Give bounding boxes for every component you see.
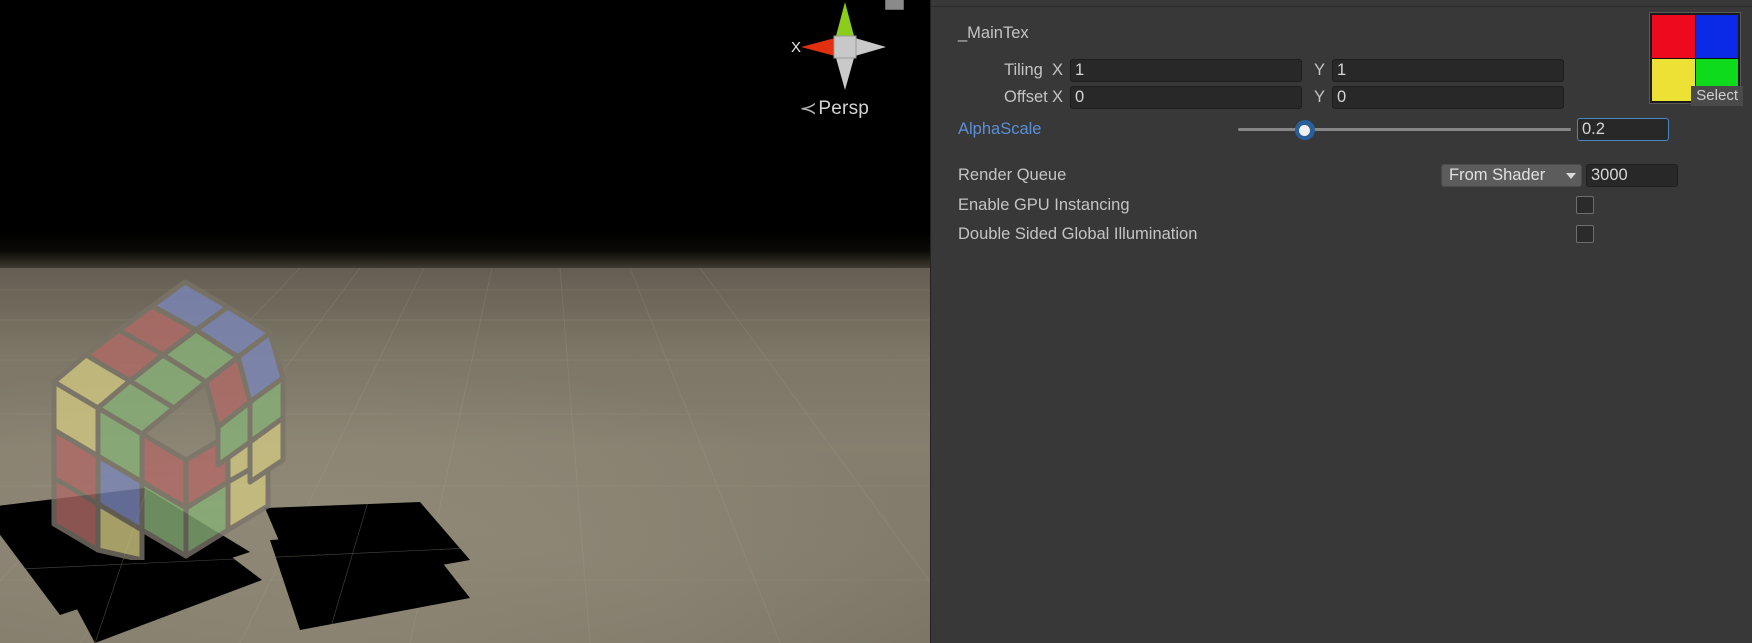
projection-chevron-icon: ≺: [799, 99, 818, 118]
texture-preview-container[interactable]: Select: [1649, 12, 1743, 106]
offset-y-input[interactable]: 0: [1332, 85, 1564, 109]
offset-row: Offset X 0 Y 0: [958, 85, 1564, 109]
offset-x-axis-label: X: [1052, 87, 1064, 106]
render-queue-mode-value: From Shader: [1449, 166, 1546, 184]
gizmo-axis-x-neg: [855, 38, 886, 56]
main-tex-property-row: _MainTex: [958, 22, 1029, 44]
texture-quadrant-bottom-left: [1652, 58, 1695, 101]
panel-top-divider: [931, 6, 1752, 7]
tiling-y-axis-label: Y: [1314, 60, 1326, 79]
render-queue-value-input[interactable]: 3000: [1586, 164, 1678, 187]
gpu-instancing-label: Enable GPU Instancing: [958, 196, 1130, 214]
render-queue-mode-dropdown[interactable]: From Shader: [1441, 164, 1582, 187]
gizmo-x-label: X: [791, 39, 801, 56]
alpha-scale-row: AlphaScale: [958, 118, 1041, 140]
alpha-scale-label: AlphaScale: [958, 120, 1042, 138]
tiling-y-input[interactable]: 1: [1332, 58, 1564, 82]
texture-quadrant-top-left: [1652, 15, 1695, 58]
render-queue-label: Render Queue: [958, 166, 1067, 184]
gpu-instancing-row: Enable GPU Instancing: [958, 194, 1130, 216]
gizmo-center-cube: [833, 35, 857, 59]
gizmo-axis-x: [801, 38, 835, 56]
unity-editor-window: X ≺Persp _MainTex Tiling X 1 Y 1 Offset …: [0, 0, 1752, 643]
offset-label: Offset: [1004, 88, 1048, 106]
double-sided-gi-checkbox[interactable]: [1576, 225, 1594, 243]
texture-select-button[interactable]: Select: [1691, 86, 1743, 106]
double-sided-gi-label: Double Sided Global Illumination: [958, 225, 1198, 243]
offset-y-axis-label: Y: [1314, 87, 1326, 106]
alpha-scale-slider-handle[interactable]: [1294, 120, 1315, 140]
main-tex-label: _MainTex: [958, 24, 1029, 42]
texture-quadrant-top-right: [1695, 15, 1738, 58]
tiling-label: Tiling: [1004, 61, 1043, 79]
gizmo-axis-y-neg: [836, 58, 854, 90]
scene-object-cube[interactable]: [0, 260, 320, 560]
scene-viewport[interactable]: X ≺Persp: [0, 0, 930, 643]
alpha-scale-slider-track[interactable]: [1238, 128, 1571, 131]
tiling-x-input[interactable]: 1: [1070, 58, 1302, 82]
tiling-row: Tiling X 1 Y 1: [958, 58, 1564, 82]
alpha-scale-value-input[interactable]: 0.2: [1577, 118, 1669, 141]
chevron-down-icon: [1566, 172, 1576, 179]
scene-projection-label[interactable]: ≺Persp: [770, 98, 900, 120]
projection-mode-text: Persp: [818, 98, 870, 119]
offset-x-input[interactable]: 0: [1070, 85, 1302, 109]
tiling-x-axis-label: X: [1052, 60, 1064, 79]
gizmo-axis-y: [836, 2, 854, 36]
camera-view-icon[interactable]: [885, 0, 904, 10]
render-queue-row: Render Queue: [958, 164, 1066, 186]
material-inspector-panel: _MainTex Tiling X 1 Y 1 Offset X 0 Y 0 S…: [930, 0, 1752, 643]
gpu-instancing-checkbox[interactable]: [1576, 196, 1594, 214]
double-sided-gi-row: Double Sided Global Illumination: [958, 223, 1197, 245]
